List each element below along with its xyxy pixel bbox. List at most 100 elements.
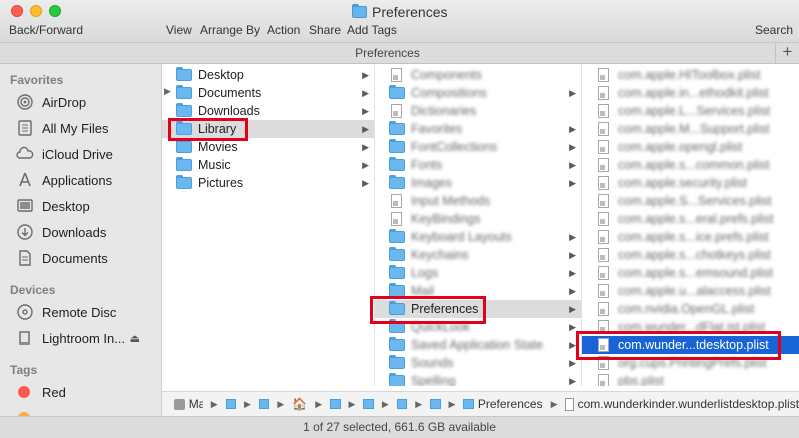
folder-icon[interactable] (463, 399, 474, 409)
folder-icon (389, 337, 405, 352)
column-library-item[interactable]: Dictionaries (375, 102, 581, 120)
column-preferences-item[interactable]: com.apple.s...common.plist (582, 156, 799, 174)
sidebar-item-documents[interactable]: Documents (16, 246, 108, 270)
column-preferences-item[interactable]: com.nvidia.OpenGL.plist (582, 300, 799, 318)
sidebar-item-remote-disc[interactable]: Remote Disc (16, 300, 116, 324)
column-preferences-item[interactable]: com.apple.security.plist (582, 174, 799, 192)
sidebar-item-applications[interactable]: Applications (16, 168, 112, 192)
column-preferences-item[interactable]: pbs.plist (582, 372, 799, 386)
column-preferences-item[interactable]: org.cups.PrintingPrefs.plist (582, 354, 799, 372)
sidebar-item-desktop[interactable]: Desktop (16, 194, 90, 218)
sidebar-item-all-my-files[interactable]: All My Files (16, 116, 108, 140)
arrange-by-button[interactable]: Arrange By (200, 23, 260, 37)
folder-icon[interactable] (258, 399, 270, 409)
document-icon (389, 68, 405, 82)
column-home-item[interactable]: Music ▶ (162, 156, 374, 174)
sidebar-item-lightroom[interactable]: Lightroom In... ⏏ (16, 326, 156, 350)
sidebar-item-label: Applications (42, 172, 113, 188)
column-preferences-item[interactable]: com.apple.u...alaccess.plist (582, 282, 799, 300)
column-home-item[interactable]: Desktop ▶ (162, 66, 374, 84)
list-item-label: com.apple.s...emsound.plist (618, 266, 773, 280)
column-library-item[interactable]: Fonts ▶ (375, 156, 581, 174)
column-preferences-item[interactable]: com.apple.s...ice.prefs.plist (582, 228, 799, 246)
sidebar-item-tag-red[interactable]: Red (16, 380, 66, 404)
column-library-item[interactable]: Logs ▶ (375, 264, 581, 282)
add-tags-button[interactable]: Add Tags (347, 23, 397, 37)
document-icon (596, 104, 612, 118)
close-window-button[interactable] (11, 5, 23, 17)
folder-icon (389, 373, 405, 386)
sidebar-item-downloads[interactable]: Downloads (16, 220, 106, 244)
column-library-item[interactable]: Compositions ▶ (375, 84, 581, 102)
document-icon (596, 176, 612, 190)
list-item-label: FontCollections (411, 140, 498, 154)
column-preferences-item[interactable]: com.wunder...dFlat.ist.plist (582, 318, 799, 336)
folder-icon[interactable] (363, 399, 374, 409)
column-library-item[interactable]: Sounds ▶ (375, 354, 581, 372)
path-item-file[interactable]: com.wunderkinder.wunderlistdesktop.plist (578, 397, 799, 411)
column-library-item[interactable]: Mail ▶ (375, 282, 581, 300)
chevron-right-icon: ▶ (569, 141, 576, 152)
column-preferences-item[interactable]: com.apple.s...chotkeys.plist (582, 246, 799, 264)
new-tab-button[interactable]: + (775, 43, 799, 63)
sidebar-item-airdrop[interactable]: AirDrop (16, 90, 86, 114)
column-library-item[interactable]: Images ▶ (375, 174, 581, 192)
view-button[interactable]: View (166, 23, 192, 37)
column-home-item[interactable]: Movies ▶ (162, 138, 374, 156)
home-icon[interactable]: 🏠 (292, 397, 307, 411)
folder-icon[interactable] (225, 399, 237, 409)
path-item-preferences[interactable]: Preferences (478, 397, 543, 411)
column-preferences-item[interactable]: com.apple.HIToolbox.plist (582, 66, 799, 84)
column-library-item[interactable]: Spelling ▶ (375, 372, 581, 386)
column-library-item[interactable]: Saved Application State ▶ (375, 336, 581, 354)
column-home-item[interactable]: Pictures ▶ (162, 174, 374, 192)
hard-disk-icon (174, 398, 185, 410)
column-library-item[interactable]: KeyBindings (375, 210, 581, 228)
list-item-label: com.apple.s...chotkeys.plist (618, 248, 771, 262)
column-library-item[interactable]: Keychains ▶ (375, 246, 581, 264)
column-library-item[interactable]: Favorites ▶ (375, 120, 581, 138)
column-preferences-item[interactable]: com.apple.S...Services.plist (582, 192, 799, 210)
column-library-item[interactable]: Components (375, 66, 581, 84)
zoom-window-button[interactable] (49, 5, 61, 17)
list-item-label: com.apple.L...Services.plist (618, 104, 771, 118)
chevron-right-icon: ▶ (362, 87, 369, 98)
column-preferences-item[interactable]: com.apple.s...eral.prefs.plist (582, 210, 799, 228)
column-home-item[interactable]: Documents ▶ (162, 84, 374, 102)
path-separator-icon: ▶ (277, 398, 285, 409)
folder-icon[interactable] (396, 399, 408, 409)
column-library-item[interactable]: Input Methods (375, 192, 581, 210)
column-home-item[interactable]: Library ▶ (162, 120, 374, 138)
minimize-window-button[interactable] (30, 5, 42, 17)
search-button[interactable]: Search (755, 23, 793, 37)
list-item-label: Movies (198, 140, 238, 154)
chevron-right-icon: ▶ (569, 357, 576, 368)
folder-icon (352, 4, 367, 18)
column-library-item[interactable]: FontCollections ▶ (375, 138, 581, 156)
action-button[interactable]: Action (267, 23, 300, 37)
sidebar-item-tag-orange[interactable] (16, 406, 34, 416)
back-forward-button[interactable]: Back/Forward (9, 23, 83, 37)
column-preferences-item[interactable]: com.apple.s...emsound.plist (582, 264, 799, 282)
list-item-label: Compositions (411, 86, 487, 100)
eject-icon[interactable]: ⏏ (130, 332, 140, 345)
column-home-item[interactable]: Downloads ▶ (162, 102, 374, 120)
column-preferences-item[interactable]: com.wunder...tdesktop.plist (582, 336, 799, 354)
sidebar-item-icloud-drive[interactable]: iCloud Drive (16, 142, 113, 166)
document-icon (389, 194, 405, 208)
path-item-root[interactable]: Mac (189, 397, 203, 411)
column-preferences-item[interactable]: com.apple.opengl.plist (582, 138, 799, 156)
list-item-label: Images (411, 176, 452, 190)
column-library-item[interactable]: Keyboard Layouts ▶ (375, 228, 581, 246)
folder-icon[interactable] (430, 399, 441, 409)
share-button[interactable]: Share (309, 23, 341, 37)
column-preferences-item[interactable]: com.apple.M...Support.plist (582, 120, 799, 138)
column-preferences-item[interactable]: com.apple.L...Services.plist (582, 102, 799, 120)
path-bar: Mac ▶ ▶ ▶ 🏠 ▶ ▶ ▶ ▶ ▶ Preferences ▶ com.… (162, 391, 799, 416)
folder-icon[interactable] (330, 399, 341, 409)
column-library-item[interactable]: Preferences ▶ (375, 300, 581, 318)
column-preferences-item[interactable]: com.apple.in...ethodkit.plist (582, 84, 799, 102)
list-item-label: Logs (411, 266, 439, 280)
devices-heading: Devices (10, 283, 56, 297)
column-library-item[interactable]: QuickLook ▶ (375, 318, 581, 336)
